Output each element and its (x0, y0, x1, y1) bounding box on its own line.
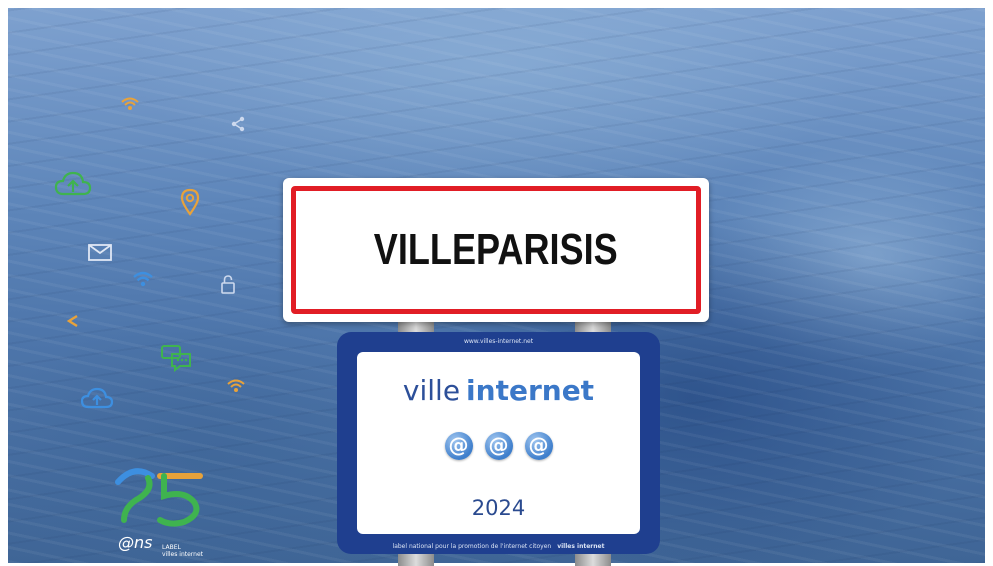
label-line2: villes internet (162, 551, 203, 558)
ans-text: @ns (118, 533, 153, 552)
brand-word-internet: internet (466, 374, 595, 407)
label-year: 2024 (471, 496, 526, 520)
label-footer: label national pour la promotion de l'in… (337, 543, 660, 550)
location-pin-icon (180, 188, 200, 216)
label-footer-logo: villes internet (557, 543, 605, 550)
cloud-upload-icon (80, 386, 114, 410)
wifi-icon (226, 378, 246, 394)
sign-post-right-bottom (575, 552, 611, 566)
chat-icon (160, 344, 194, 372)
brand-word-ville: ville (402, 374, 461, 407)
label-footer-text: label national pour la promotion de l'in… (392, 543, 552, 550)
wifi-icon (120, 96, 140, 112)
lock-icon (220, 274, 236, 294)
label-villes-internet-text: LABEL villes internet (162, 544, 203, 558)
rating-arobases: @ @ @ (357, 432, 640, 460)
share-icon (66, 314, 80, 328)
town-entrance-sign: VILLEPARISIS (283, 178, 709, 322)
town-name: VILLEPARISIS (374, 225, 618, 274)
share-icon (230, 116, 246, 132)
label-line1: LABEL (162, 544, 181, 551)
wifi-icon (132, 270, 154, 288)
ville-internet-label-sign: www.villes-internet.net ville internet @ @… (337, 332, 660, 554)
arobase-rating-icon: @ (484, 432, 513, 460)
label-panel: ville internet @ @ @ 2024 (357, 352, 640, 534)
label-url: www.villes-internet.net (463, 338, 534, 345)
sign-post-left-bottom (398, 552, 434, 566)
ans-25-label-logo: @ns LABEL villes internet (114, 466, 214, 563)
arobase-rating-icon: @ (444, 432, 473, 460)
arobase-rating-icon: @ (524, 432, 553, 460)
anniversary-25-graphic (115, 468, 203, 527)
town-sign-red-border: VILLEPARISIS (291, 186, 701, 314)
brand-title: ville internet (357, 374, 640, 407)
mail-icon (88, 244, 112, 261)
cloud-upload-icon (54, 170, 92, 198)
